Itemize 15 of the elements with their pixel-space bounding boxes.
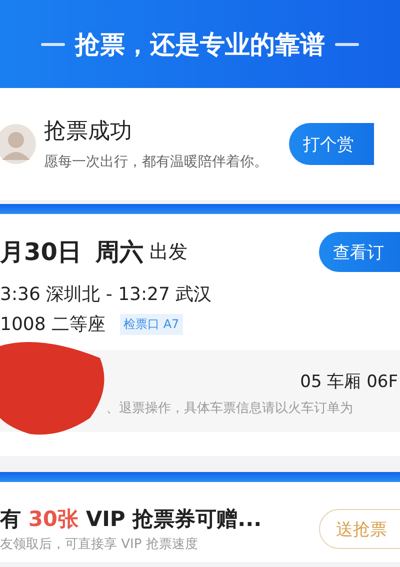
seat-number: 05 车厢 06F bbox=[299, 371, 399, 393]
banner-title: 抢票，还是专业的靠谱 bbox=[75, 28, 325, 60]
gate-tag: 检票口 A7 bbox=[120, 314, 184, 334]
depart-label: 出发 bbox=[149, 240, 188, 265]
ticket-note: 、退票操作，具体车票信息请以火车订单为 bbox=[105, 400, 354, 417]
view-order-button[interactable]: 查看订 bbox=[319, 232, 400, 272]
success-message: 愿每一次出行，都有温暖陪伴着你。 bbox=[44, 153, 269, 172]
coupon-subtitle: 友领取后，可直接享 VIP 抢票速度 bbox=[0, 536, 199, 553]
tip-button[interactable]: 打个赏 bbox=[289, 123, 374, 165]
train-seat-text: 1008 二等座 bbox=[0, 313, 106, 336]
success-title: 抢票成功 bbox=[44, 118, 133, 146]
route-text: 3:36 深圳北 - 13:27 武汉 bbox=[0, 283, 213, 306]
departure-date: 月30日 bbox=[0, 237, 82, 268]
weekday: 周六 bbox=[95, 237, 144, 268]
gift-coupon-button[interactable]: 送抢票 bbox=[319, 509, 400, 549]
